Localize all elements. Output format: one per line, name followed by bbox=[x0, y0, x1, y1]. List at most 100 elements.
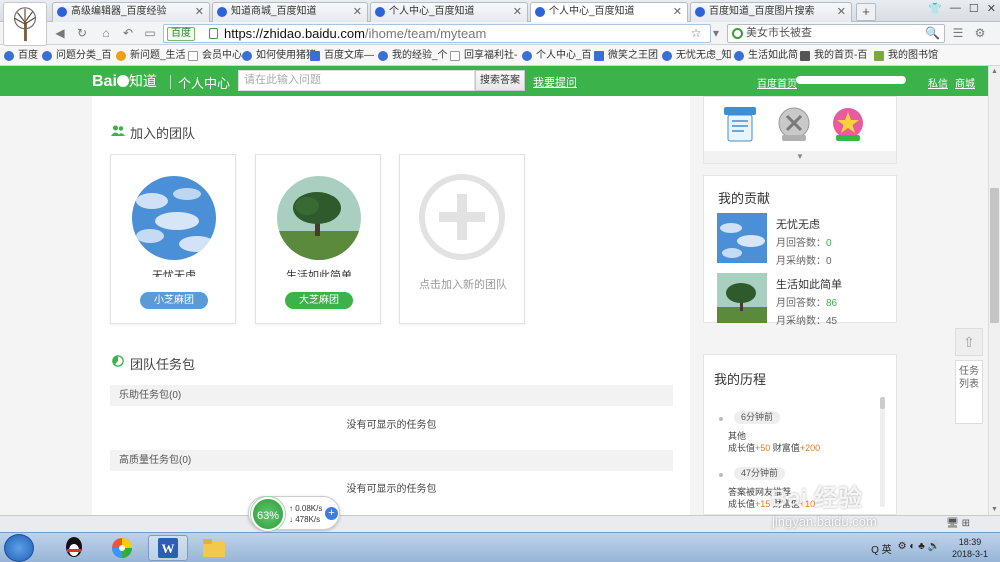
url-field[interactable]: 百度 https://zhidao.baidu.com/ihome/team/m… bbox=[163, 24, 711, 43]
scroll-down-icon[interactable]: ▼ bbox=[989, 506, 1000, 513]
shirt-icon[interactable]: 👕 bbox=[928, 2, 942, 15]
search-icon[interactable]: 🔍 bbox=[925, 25, 940, 42]
settings-icon[interactable]: ⚙ bbox=[972, 25, 988, 41]
page-icon bbox=[450, 51, 460, 61]
picasa-app-icon[interactable] bbox=[102, 535, 142, 561]
clock[interactable]: 18:39 2018-3-1 bbox=[952, 536, 988, 560]
scrollbar-thumb[interactable] bbox=[990, 188, 999, 323]
bookmark-item[interactable]: 我的图书馆 bbox=[874, 47, 938, 64]
back-icon[interactable]: ◀ bbox=[52, 25, 68, 41]
tab-close-icon[interactable]: ✕ bbox=[673, 3, 682, 21]
team-name: 无忧无虑 bbox=[152, 270, 196, 277]
menu-icon[interactable]: ☰ bbox=[950, 25, 966, 41]
bookmark-item[interactable]: 新问题_生活 bbox=[116, 47, 186, 64]
bookmark-item[interactable]: 我的经验_个 bbox=[378, 47, 448, 64]
start-button[interactable] bbox=[4, 534, 34, 562]
close-icon[interactable]: ✕ bbox=[987, 2, 996, 15]
home-icon[interactable]: ⌂ bbox=[98, 25, 114, 41]
search-engine-icon bbox=[732, 28, 743, 39]
team-role-button[interactable]: 大芝麻团 bbox=[285, 292, 353, 309]
refresh-icon[interactable]: ↻ bbox=[74, 25, 90, 41]
browser-tab[interactable]: 个人中心_百度知道 ✕ bbox=[370, 2, 528, 22]
favorite-star-icon[interactable]: ☆ bbox=[688, 25, 704, 41]
tray-icons[interactable]: ⚙ ◐ ♣ 🔊 bbox=[898, 541, 940, 556]
maximize-icon[interactable]: ☐ bbox=[969, 2, 979, 15]
jingyan-watermark: Bai 经验 bbox=[770, 485, 863, 512]
pie-icon bbox=[112, 355, 124, 367]
search-answer-button[interactable]: 搜索答案 bbox=[475, 70, 525, 91]
page-scrollbar[interactable]: ▲ ▼ bbox=[988, 66, 1000, 515]
team-role-button[interactable]: 小芝麻团 bbox=[140, 292, 208, 309]
team-card[interactable]: 生活如此简单 大芝麻团 bbox=[255, 154, 381, 324]
browser-tab[interactable]: 百度知道_百度图片搜索 ✕ bbox=[690, 2, 852, 22]
bookmark-page-icon[interactable]: ▭ bbox=[142, 25, 158, 41]
site-identity-badge[interactable]: 百度 bbox=[167, 27, 195, 41]
bookmark-item[interactable]: 会员中心 bbox=[188, 47, 242, 64]
browser-logo[interactable] bbox=[3, 2, 47, 46]
tab-bar: 高级编辑器_百度经验 ✕ 知道商城_百度知道 ✕ 个人中心_百度知道 ✕ 个人中… bbox=[0, 0, 1000, 22]
task-package-header[interactable]: 高质量任务包(0) bbox=[110, 450, 673, 471]
bookmark-item[interactable]: 生活如此简 bbox=[734, 47, 798, 64]
file-explorer-icon[interactable] bbox=[194, 535, 234, 561]
first-answer-badge-icon[interactable] bbox=[722, 105, 758, 143]
tab-close-icon[interactable]: ✕ bbox=[837, 3, 846, 21]
bookmark-item[interactable]: 个人中心_百 bbox=[522, 47, 592, 64]
bookmark-item[interactable]: 我的首页-百 bbox=[800, 47, 867, 64]
undo-icon[interactable]: ↶ bbox=[120, 25, 136, 41]
task-list-button[interactable]: 任务列表 bbox=[955, 360, 983, 424]
bookmark-item[interactable]: 微笑之王团 bbox=[594, 47, 658, 64]
baidu-home-link[interactable]: 百度首页 bbox=[757, 75, 797, 90]
history-title: 我的历程 bbox=[714, 372, 767, 387]
bookmark-item[interactable]: 回享福利社- bbox=[450, 47, 517, 64]
team-thumbnail[interactable] bbox=[717, 273, 767, 323]
plus-icon bbox=[419, 174, 505, 260]
memory-usage-ball[interactable]: 63% bbox=[251, 497, 285, 531]
team-icon bbox=[594, 51, 604, 61]
bookmark-item[interactable]: 问题分类_百 bbox=[42, 47, 112, 64]
empty-message: 没有可显示的任务包 bbox=[346, 484, 437, 495]
question-search-input[interactable]: 请在此输入问题 bbox=[238, 70, 475, 91]
ask-question-link[interactable]: 我要提问 bbox=[533, 74, 577, 90]
team-thumbnail[interactable] bbox=[717, 213, 767, 263]
tab-close-icon[interactable]: ✕ bbox=[195, 3, 204, 21]
team-name[interactable]: 生活如此简单 bbox=[776, 276, 842, 292]
minimize-icon[interactable]: — bbox=[950, 2, 961, 15]
page-icon bbox=[188, 51, 198, 61]
browser-tab[interactable]: 高级编辑器_百度经验 ✕ bbox=[52, 2, 210, 22]
scroll-up-icon[interactable]: ▲ bbox=[989, 68, 1000, 75]
team-card[interactable]: 无忧无虑 小芝麻团 bbox=[110, 154, 236, 324]
task-package-header[interactable]: 乐助任务包(0) bbox=[110, 385, 673, 406]
message-link[interactable]: 私信 bbox=[928, 75, 948, 90]
divider bbox=[170, 75, 171, 89]
history-scrollbar[interactable] bbox=[880, 397, 885, 507]
tab-close-icon[interactable]: ✕ bbox=[513, 3, 522, 21]
network-speed-widget[interactable]: 63% ↑ 0.08K/s ↓ 478K/s + bbox=[248, 496, 340, 531]
bookmark-item[interactable]: 如何使用猪猪 bbox=[242, 47, 316, 64]
tree-logo-icon bbox=[13, 7, 37, 42]
famous-badge-icon[interactable] bbox=[776, 105, 812, 143]
tab-close-icon[interactable]: ✕ bbox=[353, 3, 362, 21]
mall-link[interactable]: 商城 bbox=[955, 75, 975, 90]
team-name[interactable]: 无忧无虑 bbox=[776, 216, 820, 232]
browser-tab-active[interactable]: 个人中心_百度知道 ✕ bbox=[530, 2, 688, 22]
browser-tab[interactable]: 知道商城_百度知道 ✕ bbox=[212, 2, 368, 22]
dropdown-icon[interactable]: ▾ bbox=[708, 25, 724, 41]
accelerate-icon[interactable]: + bbox=[325, 507, 338, 520]
baidu-paw-icon bbox=[375, 7, 385, 17]
bookmark-item[interactable]: 百度文库— bbox=[310, 47, 374, 64]
bookmark-item[interactable]: 无忧无虑_知 bbox=[662, 47, 732, 64]
quality-answer-badge-icon[interactable] bbox=[830, 105, 866, 143]
search-input[interactable]: 美女市长被查 🔍 bbox=[727, 24, 945, 43]
baidu-paw-icon bbox=[695, 7, 705, 17]
team-avatar bbox=[132, 176, 216, 260]
baidu-zhidao-logo[interactable]: Bai 知道 bbox=[92, 71, 157, 91]
ime-icon[interactable]: Q 英 bbox=[871, 541, 892, 556]
word-app-icon[interactable]: W bbox=[148, 535, 188, 561]
expand-badges-toggle[interactable]: ▼ bbox=[704, 151, 896, 163]
page-title: 个人中心 bbox=[178, 76, 231, 91]
bookmark-item[interactable]: 百度 bbox=[4, 47, 38, 64]
new-tab-button[interactable]: + bbox=[856, 3, 876, 21]
back-to-top-button[interactable]: ⇧ bbox=[955, 328, 983, 356]
qq-app-icon[interactable] bbox=[54, 535, 94, 561]
join-new-team-card[interactable]: 点击加入新的团队 bbox=[399, 154, 525, 324]
